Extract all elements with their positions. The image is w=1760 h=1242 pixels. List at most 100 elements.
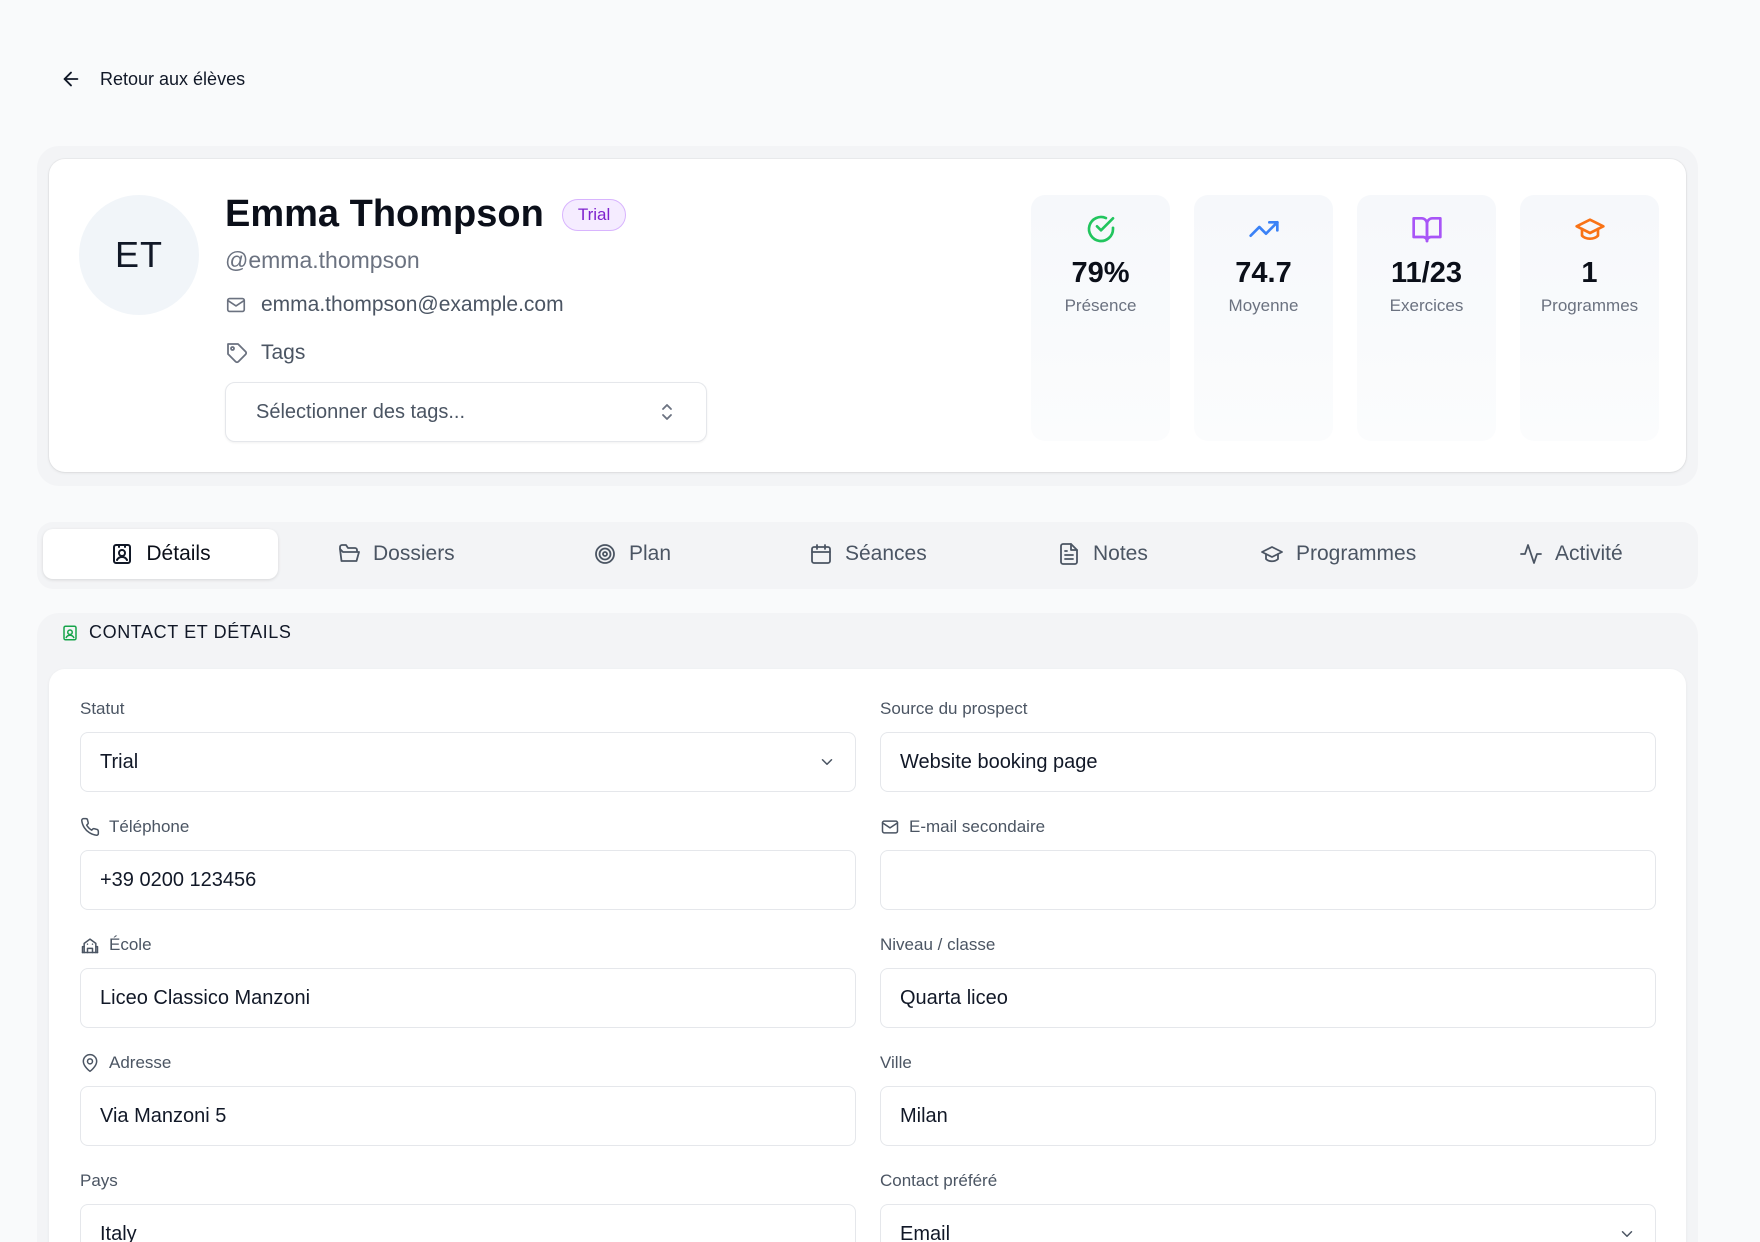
mail-icon [225,294,247,316]
contact-card-icon [61,624,79,642]
telephone-value: +39 0200 123456 [100,868,257,891]
stat-label: Programmes [1540,296,1639,315]
tab-label: Séances [845,542,927,565]
adresse-label: Adresse [80,1053,171,1073]
name-row: Emma Thompson Trial [225,193,627,236]
ecole-input[interactable]: Liceo Classico Manzoni [80,968,856,1028]
activity-icon [1519,542,1543,566]
profile-card: ET Emma Thompson Trial @emma.thompson em… [49,159,1686,472]
ville-label: Ville [880,1053,912,1073]
stat-average: 74.7 Moyenne [1194,195,1333,441]
stat-label: Présence [1064,296,1137,315]
adresse-value: Via Manzoni 5 [100,1104,227,1127]
check-circle-icon [1085,213,1117,245]
tab-label: Programmes [1296,542,1417,565]
trending-up-icon [1248,213,1280,245]
file-text-icon [1057,542,1081,566]
contact-select[interactable]: Email [880,1204,1656,1242]
tab-label: Dossiers [373,542,455,565]
statut-label: Statut [80,699,124,719]
email2-label-text: E-mail secondaire [909,817,1046,836]
statut-label-text: Statut [80,699,125,718]
niveau-label-text: Niveau / classe [880,935,996,954]
pays-label: Pays [80,1171,118,1191]
student-email[interactable]: emma.thompson@example.com [261,293,564,317]
stat-value: 79% [1071,257,1130,289]
tags-label-row: Tags [225,341,305,365]
stat-programs: 1 Programmes [1520,195,1659,441]
folder-open-icon [337,542,361,566]
student-name: Emma Thompson [225,193,544,235]
adresse-input[interactable]: Via Manzoni 5 [80,1086,856,1146]
tags-select[interactable]: Sélectionner des tags... [225,382,707,442]
tab-programmes[interactable]: Programmes [1260,529,1416,579]
telephone-label: Téléphone [80,817,189,837]
email-row: emma.thompson@example.com [225,293,564,317]
source-value: Website booking page [900,750,1098,773]
adresse-label-text: Adresse [109,1053,172,1072]
tab-notes[interactable]: Notes [1057,529,1148,579]
stat-label: Moyenne [1228,296,1299,315]
stat-label: Exercices [1389,296,1464,315]
source-input[interactable]: Website booking page [880,732,1656,792]
stat-value: 1 [1581,257,1598,289]
niveau-label: Niveau / classe [880,935,995,955]
graduation-cap-icon [1574,213,1606,245]
ville-value: Milan [900,1104,948,1127]
ecole-value: Liceo Classico Manzoni [100,986,311,1009]
contact-card-icon [110,542,134,566]
tags-select-placeholder: Sélectionner des tags... [256,400,466,423]
section-header: CONTACT ET DÉTAILS [61,622,292,643]
chevron-down-icon [818,753,836,771]
niveau-value: Quarta liceo [900,986,1008,1009]
stats-row: 79% Présence 74.7 Moyenne 11/23 Exercice… [1031,195,1659,441]
stat-presence: 79% Présence [1031,195,1170,441]
back-to-students-link[interactable]: Retour aux élèves [60,68,245,90]
tab-bar: Détails Dossiers Plan Séances Notes Prog… [37,522,1698,589]
mail-icon [880,817,900,837]
map-pin-icon [80,1053,100,1073]
tab-label: Notes [1093,542,1148,565]
tab-plan[interactable]: Plan [593,529,671,579]
tab-activite[interactable]: Activité [1519,529,1623,579]
ville-input[interactable]: Milan [880,1086,1656,1146]
tab-seances[interactable]: Séances [809,529,927,579]
contact-value: Email [900,1222,951,1242]
contact-label: Contact préféré [880,1171,997,1191]
pays-input[interactable]: Italy [80,1204,856,1242]
arrow-left-icon [60,68,82,90]
details-form-card: Statut Trial Source du prospect Website … [49,669,1686,1242]
book-open-icon [1411,213,1443,245]
student-handle: @emma.thompson [225,247,420,273]
statut-value: Trial [100,750,139,773]
tab-label: Plan [629,542,672,565]
pays-value: Italy [100,1222,137,1242]
avatar: ET [79,195,199,315]
niveau-input[interactable]: Quarta liceo [880,968,1656,1028]
email2-label: E-mail secondaire [880,817,1045,837]
stat-exercises: 11/23 Exercices [1357,195,1496,441]
stat-value: 74.7 [1235,257,1292,289]
ecole-label: École [80,935,152,955]
tab-dossiers[interactable]: Dossiers [337,529,455,579]
telephone-label-text: Téléphone [109,817,190,836]
phone-icon [80,817,100,837]
ville-label-text: Ville [880,1053,912,1072]
statut-select[interactable]: Trial [80,732,856,792]
school-icon [80,935,100,955]
source-label: Source du prospect [880,699,1027,719]
pays-label-text: Pays [80,1171,118,1190]
email2-input[interactable] [880,850,1656,910]
telephone-input[interactable]: +39 0200 123456 [80,850,856,910]
status-badge: Trial [561,198,627,231]
tag-icon [225,341,249,365]
tab-details[interactable]: Détails [43,529,278,579]
back-link-label: Retour aux élèves [100,68,246,89]
tags-label: Tags [261,341,306,364]
target-icon [593,542,617,566]
graduation-cap-icon [1260,542,1284,566]
chevron-down-icon [1618,1225,1636,1242]
source-label-text: Source du prospect [880,699,1028,718]
contact-label-text: Contact préféré [880,1171,998,1190]
section-title: CONTACT ET DÉTAILS [89,622,292,642]
